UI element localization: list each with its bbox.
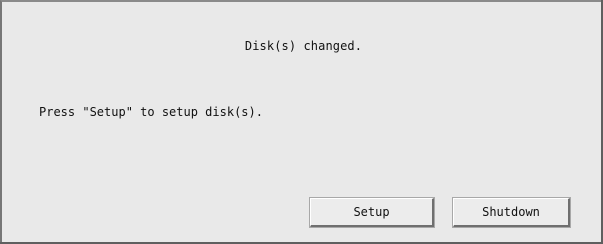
- disk-change-dialog: Disk(s) changed. Press "Setup" to setup …: [0, 0, 603, 244]
- setup-button[interactable]: Setup: [310, 198, 434, 227]
- dialog-title: Disk(s) changed.: [244, 39, 363, 53]
- shutdown-button[interactable]: Shutdown: [453, 198, 570, 227]
- dialog-message: Press "Setup" to setup disk(s).: [39, 105, 263, 119]
